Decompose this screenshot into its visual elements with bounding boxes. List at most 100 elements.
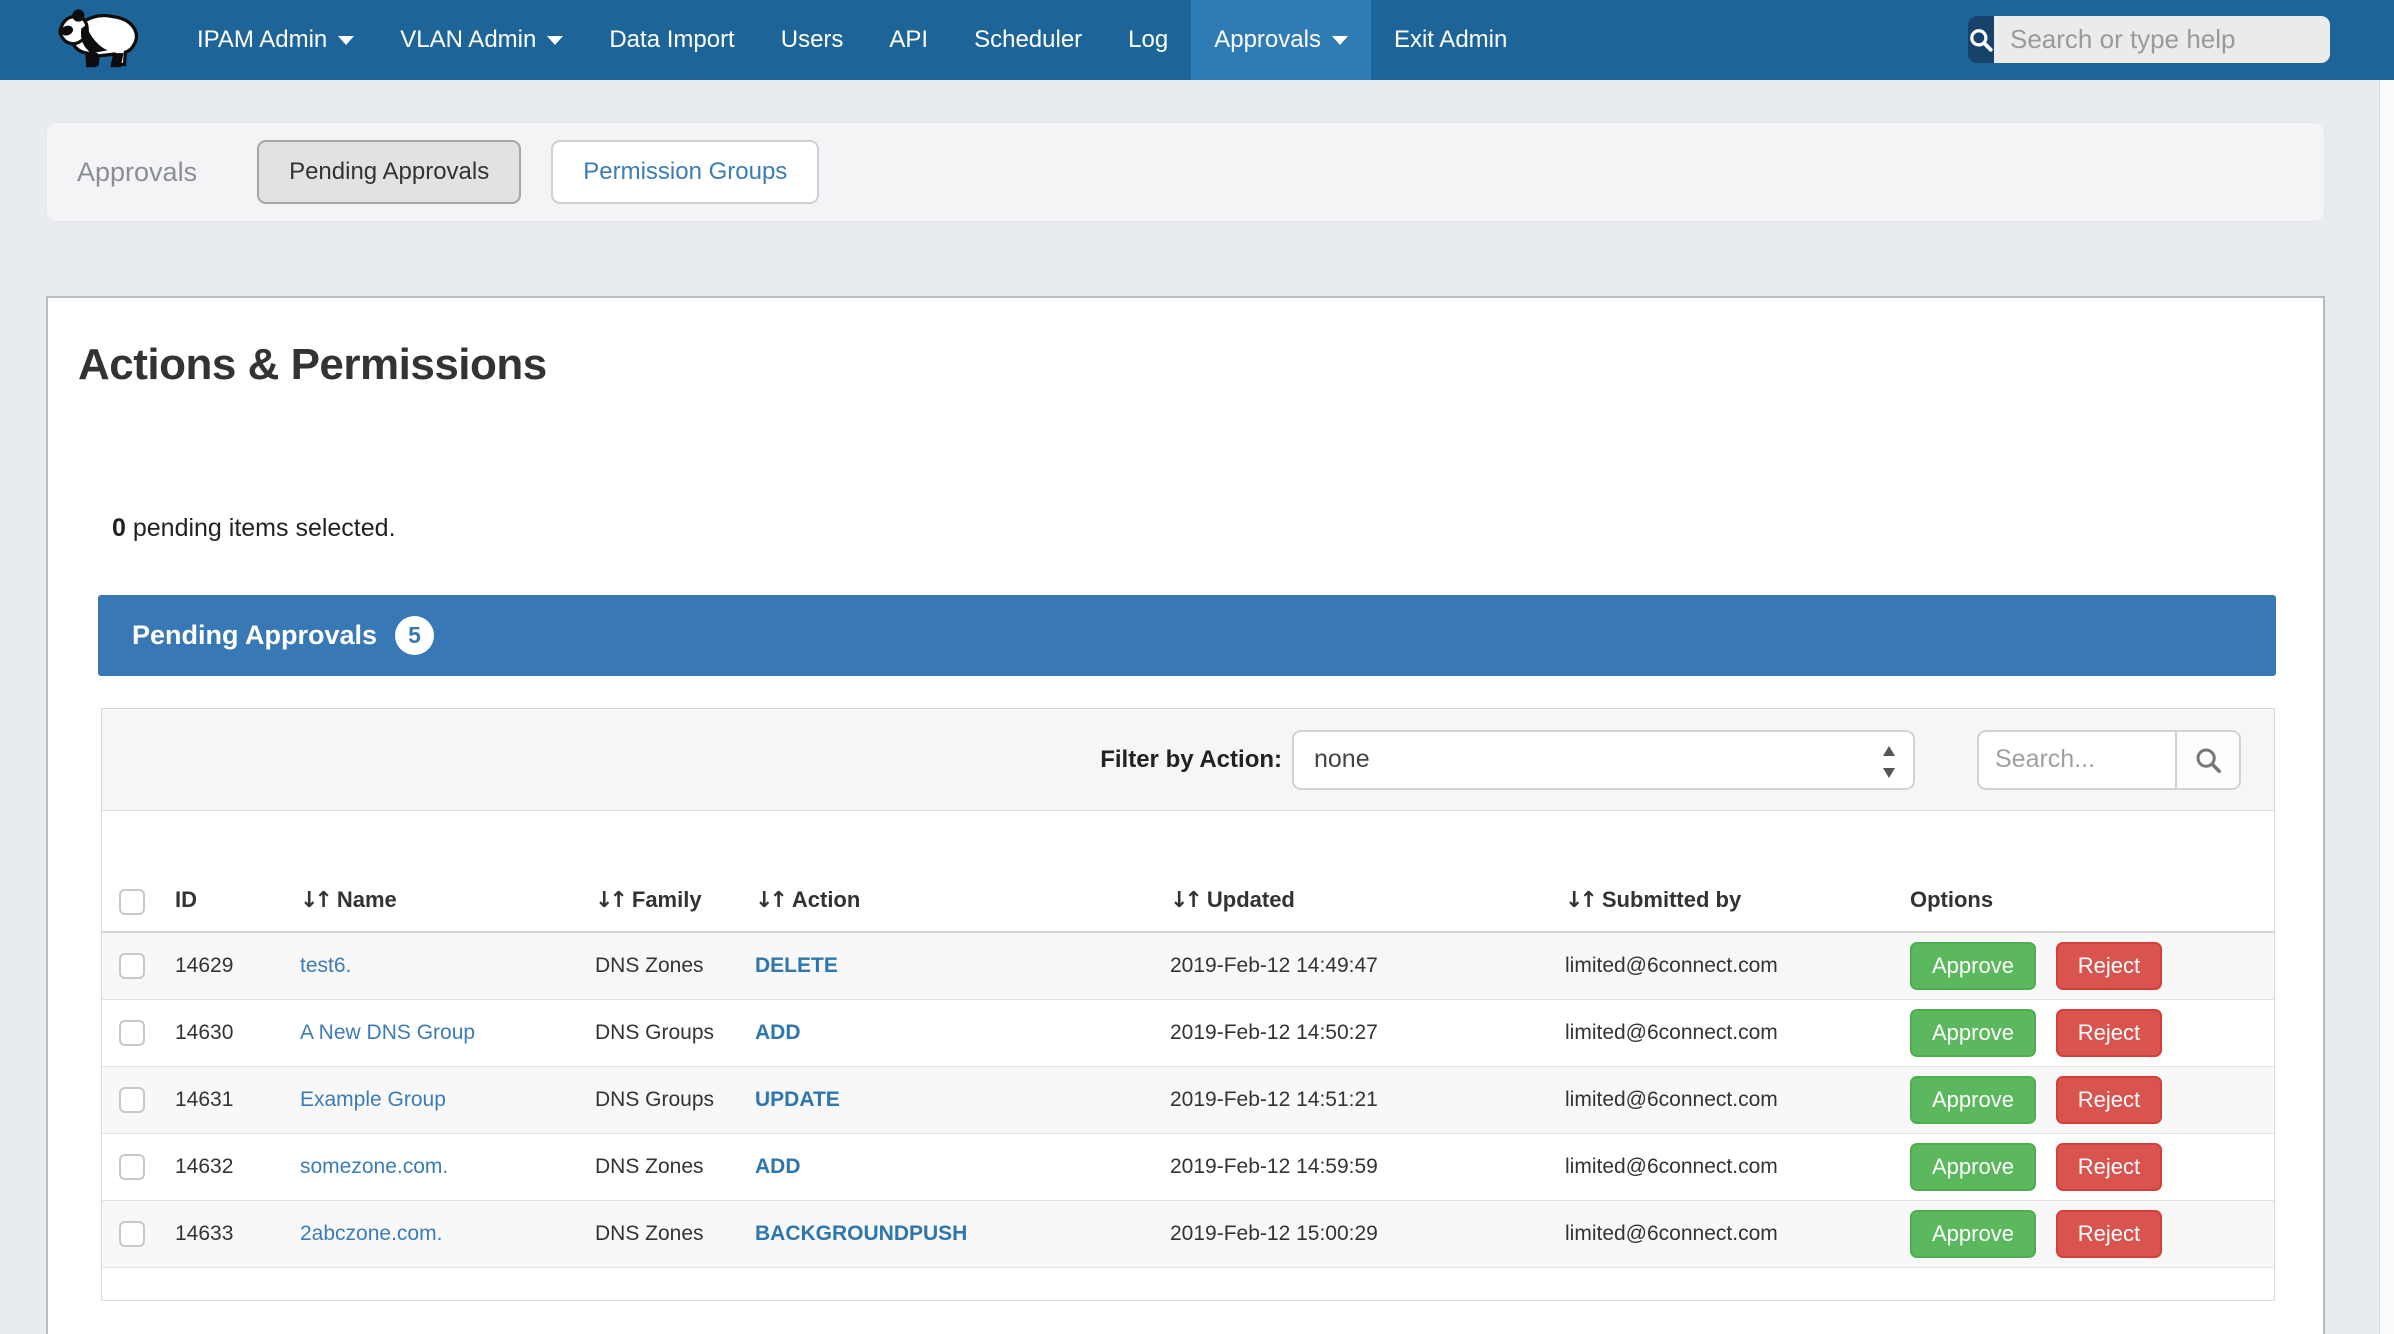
nav-item-users[interactable]: Users — [758, 0, 867, 80]
nav-label: API — [889, 26, 928, 54]
row-id: 14630 — [175, 1021, 233, 1045]
nav-label: Data Import — [609, 26, 734, 54]
sort-icon: ↓↑ — [1170, 888, 1199, 913]
card-heading: Actions & Permissions — [78, 340, 2323, 390]
table-body: 14629 test6. DNS Zones DELETE 2019-Feb-1… — [102, 933, 2274, 1268]
nav-item-approvals[interactable]: Approvals — [1191, 0, 1371, 80]
row-action-link[interactable]: UPDATE — [755, 1088, 840, 1112]
row-family: DNS Groups — [595, 1088, 714, 1112]
column-header-options: Options — [1910, 887, 1993, 913]
nav-label: Approvals — [1214, 26, 1321, 54]
row-updated: 2019-Feb-12 14:50:27 — [1170, 1021, 1378, 1045]
row-name-link[interactable]: 2abczone.com. — [300, 1222, 442, 1246]
chevron-down-icon — [338, 36, 354, 45]
column-header-id[interactable]: ID — [175, 887, 197, 913]
nav-item-log[interactable]: Log — [1105, 0, 1191, 80]
row-checkbox[interactable] — [119, 1020, 145, 1046]
row-action-link[interactable]: ADD — [755, 1021, 801, 1045]
row-name-link[interactable]: A New DNS Group — [300, 1021, 475, 1045]
table-row: 14630 A New DNS Group DNS Groups ADD 201… — [102, 1000, 2274, 1067]
row-action-link[interactable]: ADD — [755, 1155, 801, 1179]
row-name-link[interactable]: Example Group — [300, 1088, 446, 1112]
nav-item-ipam-admin[interactable]: IPAM Admin — [174, 0, 377, 80]
column-header-submitted-by[interactable]: ↓↑Submitted by — [1565, 887, 1741, 913]
row-action-link[interactable]: BACKGROUNDPUSH — [755, 1222, 967, 1246]
nav-label: VLAN Admin — [400, 26, 536, 54]
select-all-checkbox[interactable] — [119, 889, 145, 915]
row-updated: 2019-Feb-12 15:00:29 — [1170, 1222, 1378, 1246]
nav-label: Scheduler — [974, 26, 1082, 54]
row-submitted-by: limited@6connect.com — [1565, 1222, 1778, 1246]
row-id: 14632 — [175, 1155, 233, 1179]
nav-item-vlan-admin[interactable]: VLAN Admin — [377, 0, 586, 80]
nav-item-api[interactable]: API — [866, 0, 951, 80]
sort-icon: ↓↑ — [300, 888, 329, 913]
selected-items-status: 0 pending items selected. — [112, 514, 2323, 543]
row-id: 14633 — [175, 1222, 233, 1246]
row-updated: 2019-Feb-12 14:49:47 — [1170, 954, 1378, 978]
filter-by-action-label: Filter by Action: — [1100, 746, 1282, 774]
action-filter-select[interactable]: none — [1292, 730, 1915, 790]
approve-button[interactable]: Approve — [1910, 1009, 2036, 1057]
panel-title: Pending Approvals — [132, 620, 377, 651]
table-row: 14629 test6. DNS Zones DELETE 2019-Feb-1… — [102, 933, 2274, 1000]
nav-item-exit-admin[interactable]: Exit Admin — [1371, 0, 1530, 80]
top-navbar: IPAM Admin VLAN Admin Data Import Users … — [0, 0, 2394, 80]
reject-button[interactable]: Reject — [2056, 1009, 2162, 1057]
search-icon[interactable] — [1968, 16, 1994, 63]
table-search-button[interactable] — [2175, 730, 2241, 790]
selected-option: none — [1314, 745, 1370, 774]
vertical-scrollbar[interactable] — [2379, 80, 2394, 1334]
reject-button[interactable]: Reject — [2056, 1143, 2162, 1191]
column-header-action[interactable]: ↓↑Action — [755, 887, 860, 913]
row-name-link[interactable]: test6. — [300, 954, 351, 978]
row-action-link[interactable]: DELETE — [755, 954, 838, 978]
selected-text: pending items selected. — [126, 514, 396, 542]
selected-count: 0 — [112, 514, 126, 542]
row-updated: 2019-Feb-12 14:51:21 — [1170, 1088, 1378, 1112]
reject-button[interactable]: Reject — [2056, 942, 2162, 990]
global-search-input[interactable] — [1994, 16, 2330, 63]
table-row: 14631 Example Group DNS Groups UPDATE 20… — [102, 1067, 2274, 1134]
sort-icon: ↓↑ — [1565, 888, 1594, 913]
search-icon — [2193, 745, 2223, 775]
column-header-updated[interactable]: ↓↑Updated — [1170, 887, 1295, 913]
approve-button[interactable]: Approve — [1910, 1210, 2036, 1258]
pending-approvals-panel-header: Pending Approvals 5 — [98, 595, 2276, 676]
tab-permission-groups[interactable]: Permission Groups — [551, 140, 819, 204]
table-row: 14632 somezone.com. DNS Zones ADD 2019-F… — [102, 1134, 2274, 1201]
row-checkbox[interactable] — [119, 1087, 145, 1113]
chevron-down-icon — [547, 36, 563, 45]
nav-label: Exit Admin — [1394, 26, 1507, 54]
row-id: 14629 — [175, 954, 233, 978]
column-header-family[interactable]: ↓↑Family — [595, 887, 702, 913]
approvals-table-container: Filter by Action: none ID ↓↑Name ↓↑Famil… — [101, 708, 2275, 1301]
approve-button[interactable]: Approve — [1910, 1076, 2036, 1124]
nav-item-data-import[interactable]: Data Import — [586, 0, 757, 80]
row-checkbox[interactable] — [119, 1221, 145, 1247]
row-family: DNS Groups — [595, 1021, 714, 1045]
row-checkbox[interactable] — [119, 953, 145, 979]
select-spinner-icon — [1881, 744, 1897, 780]
table-search-group — [1977, 730, 2241, 790]
tab-pending-approvals[interactable]: Pending Approvals — [257, 140, 521, 204]
panda-logo[interactable] — [52, 0, 148, 80]
table-header-row: ID ↓↑Name ↓↑Family ↓↑Action ↓↑Updated ↓↑… — [102, 811, 2274, 933]
row-submitted-by: limited@6connect.com — [1565, 1155, 1778, 1179]
approve-button[interactable]: Approve — [1910, 1143, 2036, 1191]
column-header-name[interactable]: ↓↑Name — [300, 887, 397, 913]
row-checkbox[interactable] — [119, 1154, 145, 1180]
table-row: 14633 2abczone.com. DNS Zones BACKGROUND… — [102, 1201, 2274, 1268]
count-badge: 5 — [395, 616, 434, 655]
reject-button[interactable]: Reject — [2056, 1076, 2162, 1124]
table-search-input[interactable] — [1977, 730, 2175, 790]
row-family: DNS Zones — [595, 1155, 704, 1179]
nav-label: Log — [1128, 26, 1168, 54]
row-updated: 2019-Feb-12 14:59:59 — [1170, 1155, 1378, 1179]
approve-button[interactable]: Approve — [1910, 942, 2036, 990]
row-name-link[interactable]: somezone.com. — [300, 1155, 448, 1179]
nav-item-scheduler[interactable]: Scheduler — [951, 0, 1105, 80]
nav-menu: IPAM Admin VLAN Admin Data Import Users … — [174, 0, 1530, 80]
reject-button[interactable]: Reject — [2056, 1210, 2162, 1258]
chevron-down-icon — [1332, 36, 1348, 45]
